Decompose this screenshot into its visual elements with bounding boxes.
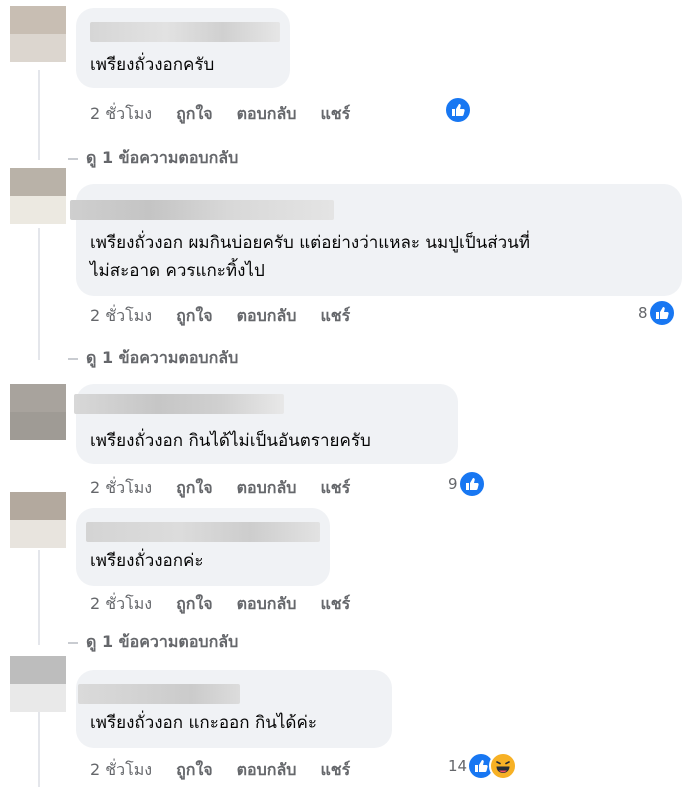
author-name[interactable] [74,394,284,414]
thread-line [38,712,40,787]
timestamp[interactable]: 2 ชั่วโมง [90,592,152,617]
comment-bubble: เพรียงถั่วงอก กินได้ไม่เป็นอันตรายครับ [74,384,458,464]
comment-text: เพรียงถั่วงอก แกะออก กินได้ค่ะ [90,713,317,733]
share-button[interactable]: แชร์ [320,592,350,617]
reply-button[interactable]: ตอบกลับ [237,476,297,501]
like-button[interactable]: ถูกใจ [176,476,213,501]
author-name[interactable] [78,684,240,704]
avatar[interactable] [10,6,66,62]
comment-bubble: เพรียงถั่วงอกครับ [76,8,290,88]
like-icon [647,299,676,327]
avatar[interactable] [10,168,66,224]
author-name[interactable] [70,200,334,220]
reply-button[interactable]: ตอบกลับ [237,592,297,617]
comment-text-line: ไม่สะอาด ควรแกะทิ้งไป [90,261,265,281]
comment-bubble: เพรียงถั่วงอกค่ะ [76,508,330,586]
comment-text: เพรียงถั่วงอก กินได้ไม่เป็นอันตรายครับ [90,431,371,451]
comment-text: เพรียงถั่วงอกค่ะ [90,551,204,571]
reaction-count: 8 [638,304,648,322]
share-button[interactable]: แชร์ [320,758,350,783]
avatar[interactable] [10,492,66,548]
like-button[interactable]: ถูกใจ [176,102,213,127]
reaction-summary[interactable] [444,96,472,124]
timestamp[interactable]: 2 ชั่วโมง [90,102,152,127]
comment-actions: 2 ชั่วโมง ถูกใจ ตอบกลับ แชร์ [90,304,374,329]
reply-button[interactable]: ตอบกลับ [237,758,297,783]
reply-button[interactable]: ตอบกลับ [237,304,297,329]
reaction-count: 14 [448,757,468,775]
reply-button[interactable]: ตอบกลับ [237,102,297,127]
reaction-count: 9 [448,475,458,493]
avatar[interactable] [10,656,66,712]
reaction-summary[interactable]: 9 [448,470,486,498]
haha-icon [489,752,518,780]
like-icon [444,96,472,124]
comment-text: เพรียงถั่วงอกครับ [90,55,215,75]
reaction-summary[interactable]: 14 [448,752,518,780]
view-replies-link[interactable]: ดู 1 ข้อความตอบกลับ [68,146,238,171]
comment-actions: 2 ชั่วโมง ถูกใจ ตอบกลับ แชร์ [90,592,374,617]
comment-actions: 2 ชั่วโมง ถูกใจ ตอบกลับ แชร์ [90,476,374,501]
share-button[interactable]: แชร์ [320,304,350,329]
author-name[interactable] [90,22,280,42]
share-button[interactable]: แชร์ [320,476,350,501]
timestamp[interactable]: 2 ชั่วโมง [90,758,152,783]
like-button[interactable]: ถูกใจ [176,758,213,783]
thread-line [38,228,40,360]
like-icon [457,470,486,498]
comment-actions: 2 ชั่วโมง ถูกใจ ตอบกลับ แชร์ [90,758,374,783]
author-name[interactable] [86,522,320,542]
like-button[interactable]: ถูกใจ [176,592,213,617]
avatar[interactable] [10,384,66,440]
thread-line [38,550,40,645]
share-button[interactable]: แชร์ [320,102,350,127]
comment-text-line: เพรียงถั่วงอก ผมกินบ่อยครับ แต่อย่างว่าแ… [90,233,531,253]
timestamp[interactable]: 2 ชั่วโมง [90,304,152,329]
comment-bubble: เพรียงถั่วงอก แกะออก กินได้ค่ะ [76,670,392,748]
thread-line [38,70,40,160]
like-button[interactable]: ถูกใจ [176,304,213,329]
comment-actions: 2 ชั่วโมง ถูกใจ ตอบกลับ แชร์ [90,102,374,127]
view-replies-link[interactable]: ดู 1 ข้อความตอบกลับ [68,630,238,655]
timestamp[interactable]: 2 ชั่วโมง [90,476,152,501]
view-replies-link[interactable]: ดู 1 ข้อความตอบกลับ [68,346,238,371]
comment-bubble: เพรียงถั่วงอก ผมกินบ่อยครับ แต่อย่างว่าแ… [70,184,682,296]
reaction-summary[interactable]: 8 [638,299,676,327]
